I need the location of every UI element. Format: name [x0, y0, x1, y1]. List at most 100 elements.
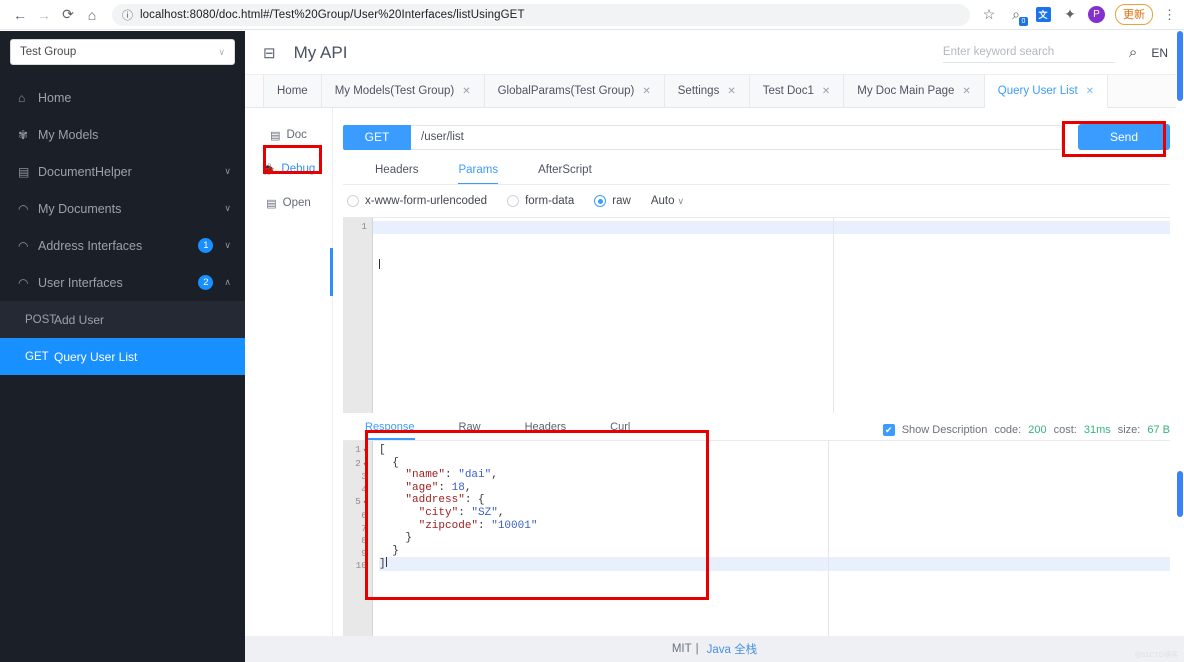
tab-close-icon[interactable]: ✕	[962, 86, 970, 97]
reload-icon[interactable]: ⟳	[56, 3, 80, 27]
sidebar-item-documenthelper[interactable]: ▤ DocumentHelper ∨	[0, 153, 245, 190]
show-description-label: Show Description	[901, 424, 988, 436]
tab-close-icon[interactable]: ✕	[727, 86, 735, 97]
api-name: Query User List	[54, 349, 138, 364]
footer-brand[interactable]: Java 全栈	[707, 641, 758, 657]
format-select[interactable]: Auto ∨	[651, 195, 684, 207]
sidebar-api-add-user[interactable]: POST Add User	[0, 301, 245, 338]
sidebar-item-my-models[interactable]: ✾ My Models	[0, 116, 245, 153]
line-number: 1 ▾	[355, 444, 367, 455]
page-title: My API	[293, 42, 348, 62]
body-type-label: x-www-form-urlencoded	[365, 195, 488, 207]
tab-bar: Home My Models(Test Group) ✕ GlobalParams(T…	[245, 75, 1184, 108]
tab-search-icon[interactable]: ⌕ 0	[1007, 6, 1028, 26]
tab-close-icon[interactable]: ✕	[822, 86, 830, 97]
tab-test-doc1[interactable]: Test Doc1 ✕	[749, 75, 845, 107]
sidebar-item-address-interfaces[interactable]: ◠ Address Interfaces 1 ∨	[0, 227, 245, 264]
request-subtab-params[interactable]: Params	[458, 164, 499, 185]
sidebar-item-home[interactable]: ⌂ Home	[0, 79, 245, 116]
scrollbar-thumb-lower[interactable]	[1177, 471, 1183, 517]
vnav-item-open[interactable]: ▤ Open	[245, 188, 332, 218]
body-type-form-data[interactable]: form-data	[507, 195, 586, 207]
sidebar-item-label: Address Interfaces	[38, 238, 143, 253]
code-line: }	[392, 544, 399, 557]
browser-actions: ☆ ⌕ 0 文 ✦ P 更新 ⋮	[976, 4, 1176, 26]
sidebar-item-my-documents[interactable]: ◠ My Documents ∨	[0, 190, 245, 227]
fold-arrow-icon[interactable]: ▾	[363, 461, 367, 469]
tab-label: Settings	[677, 85, 720, 97]
body-type-raw[interactable]: raw	[594, 195, 643, 207]
scrollbar-track[interactable]	[1176, 31, 1184, 662]
request-url-input[interactable]: /user/list	[411, 124, 1062, 150]
search-input[interactable]	[942, 46, 1115, 58]
update-button[interactable]: 更新	[1115, 4, 1153, 25]
send-button[interactable]: Send	[1078, 124, 1170, 150]
line-number: 4	[361, 483, 367, 495]
line-number: 10	[355, 560, 367, 572]
code-line: "city": "SZ",	[418, 506, 505, 519]
vnav-item-doc[interactable]: ▤ Doc	[245, 120, 332, 150]
sidebar-item-badge: 1	[198, 238, 214, 253]
tab-close-icon[interactable]: ✕	[1086, 86, 1094, 97]
chevron-down-icon: ∨	[677, 195, 685, 206]
sidebar-item-user-interfaces[interactable]: ◠ User Interfaces 2 ∧	[0, 264, 245, 301]
fold-arrow-icon[interactable]: ▾	[363, 499, 367, 507]
tab-globalparams-test-group[interactable]: GlobalParams(Test Group) ✕	[484, 75, 665, 107]
chevron-icon[interactable]: ∨	[224, 166, 231, 177]
tab-close-icon[interactable]: ✕	[462, 86, 470, 97]
forward-icon[interactable]: →	[32, 3, 56, 27]
tab-my-models-test-group[interactable]: My Models(Test Group) ✕	[321, 75, 485, 107]
response-tab-response[interactable]: Response	[365, 421, 415, 440]
group-selector-value: Test Group	[20, 46, 77, 58]
chevron-icon[interactable]: ∧	[224, 277, 231, 288]
meta-code-label: code:	[994, 424, 1022, 436]
radio-icon[interactable]	[507, 195, 520, 207]
group-selector[interactable]: Test Group ∨	[10, 39, 235, 65]
chevron-icon[interactable]: ∨	[224, 240, 231, 251]
search-input-wrap[interactable]	[942, 42, 1115, 63]
body-type-x-www-form-urlencoded[interactable]: x-www-form-urlencoded	[347, 195, 499, 207]
sidebar-api-query-user-list[interactable]: GET Query User List	[0, 338, 245, 375]
main-area: ⊟ My API ⌕ EN Home My Models(Test Group) ✕…	[245, 31, 1184, 662]
response-tab-raw[interactable]: Raw	[459, 421, 481, 440]
search-icon[interactable]: ⌕	[1129, 44, 1137, 61]
request-subtab-afterscript[interactable]: AfterScript	[538, 164, 592, 185]
browser-menu-icon[interactable]: ⋮	[1163, 7, 1176, 23]
site-info-icon[interactable]: ⓘ	[122, 7, 133, 23]
tab-query-user-list[interactable]: Query User List ✕	[984, 75, 1109, 108]
tab-settings[interactable]: Settings ✕	[664, 75, 750, 107]
request-body-editor[interactable]: 1	[343, 217, 1170, 413]
bookmark-star-icon[interactable]: ☆	[980, 6, 998, 24]
menu-fold-icon[interactable]: ⊟	[263, 44, 276, 62]
address-bar[interactable]: ⓘ localhost:8080/doc.html#/Test%20Group/…	[112, 3, 970, 26]
http-method-badge[interactable]: GET	[343, 124, 411, 150]
request-subtab-headers[interactable]: Headers	[375, 164, 418, 185]
show-description-checkbox[interactable]: ✔	[882, 424, 895, 436]
radio-icon[interactable]	[594, 195, 607, 207]
home-icon[interactable]: ⌂	[80, 3, 104, 27]
radio-icon[interactable]	[347, 195, 359, 207]
tab-close-icon[interactable]: ✕	[642, 86, 650, 97]
language-toggle[interactable]: EN	[1151, 46, 1168, 60]
extensions-puzzle-icon[interactable]: ✦	[1061, 6, 1079, 24]
back-icon[interactable]: ←	[8, 3, 32, 27]
response-code-area[interactable]: [ { "name": "dai", "age": 18, "address":…	[373, 441, 1170, 636]
meta-size-label: size:	[1117, 424, 1141, 436]
vnav-item-debug[interactable]: 🐞 Debug	[245, 154, 332, 184]
tab-label: Query User List	[997, 85, 1078, 97]
scrollbar-thumb[interactable]	[1177, 31, 1183, 101]
chevron-icon[interactable]: ∨	[224, 203, 231, 214]
document-icon: ▤	[266, 197, 277, 210]
sidebar-item-label: My Documents	[38, 201, 122, 216]
request-code-area[interactable]	[373, 218, 1170, 413]
tab-home[interactable]: Home	[263, 75, 322, 107]
response-body-editor[interactable]: 1 ▾ 2 ▾ 3 4 5 ▾ 6 7 8 9 10 [ { "name": "dai", "age":…	[343, 440, 1170, 636]
sidebar-item-label: Home	[38, 90, 72, 105]
response-tab-headers[interactable]: Headers	[525, 421, 567, 440]
profile-avatar[interactable]: P	[1088, 6, 1105, 23]
tab-my-doc-main-page[interactable]: My Doc Main Page ✕	[844, 75, 985, 107]
translate-icon[interactable]: 文	[1034, 6, 1052, 24]
fold-arrow-icon[interactable]: ▾	[363, 447, 367, 455]
tab-label: Test Doc1	[762, 85, 814, 97]
response-tab-curl[interactable]: Curl	[610, 421, 630, 440]
